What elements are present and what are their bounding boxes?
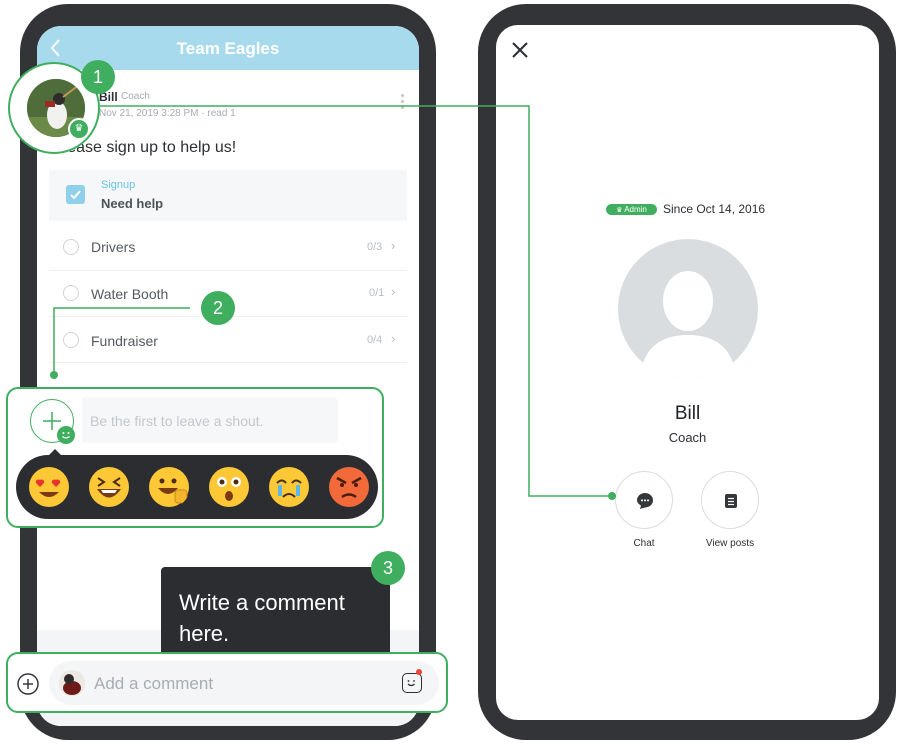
comment-placeholder: Add a comment <box>94 674 214 693</box>
reaction-callout: Be the first to leave a shout. <box>6 387 384 528</box>
surprised-emoji[interactable] <box>208 466 250 508</box>
thumbs-up-emoji[interactable] <box>148 466 190 508</box>
admin-crown-badge: ♛ <box>68 118 90 140</box>
smiley-icon <box>57 426 75 444</box>
tooltip-text: Write a comment here. <box>179 590 345 646</box>
notification-dot <box>416 669 422 675</box>
callout-badge-2: 2 <box>201 291 235 325</box>
heart-eyes-emoji[interactable] <box>28 466 70 508</box>
emoji-picker <box>16 455 378 519</box>
add-attachment-icon[interactable] <box>17 673 39 695</box>
comment-tooltip: Write a comment here. <box>161 567 390 664</box>
comment-bar: Add a comment <box>6 652 448 713</box>
add-reaction-button[interactable] <box>30 399 75 444</box>
shout-placeholder: Be the first to leave a shout. <box>90 413 264 429</box>
callout-badge-3: 3 <box>371 551 405 585</box>
sticker-icon[interactable] <box>402 669 422 693</box>
crying-emoji[interactable] <box>268 466 310 508</box>
laughing-emoji[interactable] <box>88 466 130 508</box>
user-avatar <box>59 670 85 696</box>
callout-badge-1: 1 <box>81 60 115 94</box>
angry-emoji[interactable] <box>328 466 370 508</box>
callout-connector-1 <box>50 105 616 500</box>
